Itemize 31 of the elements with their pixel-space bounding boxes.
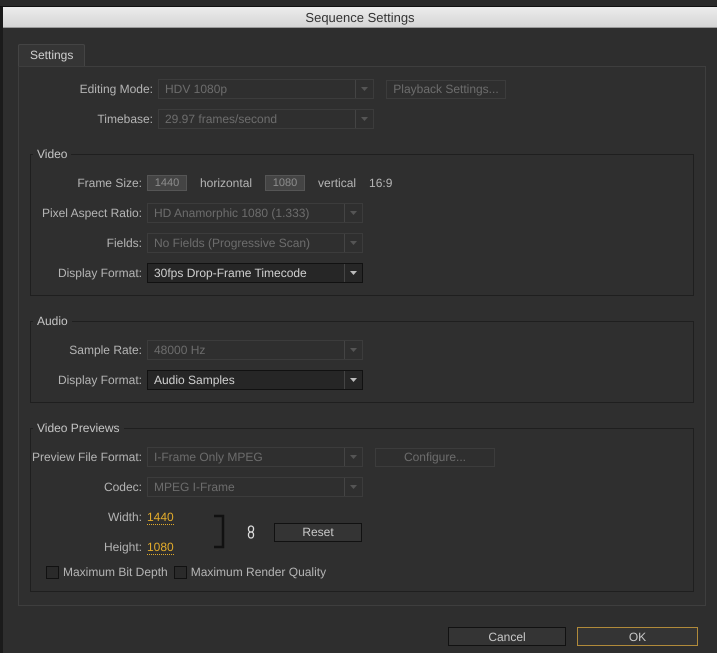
bracket-icon: [212, 514, 226, 550]
field-label: Width:: [106, 510, 142, 524]
field-label: Height:: [102, 540, 142, 554]
field-label: Editing Mode:: [78, 82, 153, 96]
tab[interactable]: Settings: [18, 44, 86, 66]
field-label: Frame Size:: [76, 176, 142, 190]
chain-link-icon[interactable]: [247, 525, 255, 539]
checkbox[interactable]: Maximum Render Quality: [174, 565, 326, 579]
field-label: Codec:: [102, 480, 142, 494]
field-label: Display Format:: [56, 266, 142, 280]
section-title: Video: [36, 147, 68, 161]
field-label: Timebase:: [96, 112, 153, 126]
checkbox[interactable]: Maximum Bit Depth: [46, 565, 168, 579]
ok-button[interactable]: OK: [577, 627, 698, 646]
reset-button[interactable]: Reset: [274, 522, 362, 542]
field-label: Display Format:: [56, 373, 142, 387]
width-value[interactable]: 1440: [147, 510, 174, 525]
dropdown[interactable]: 30fps Drop-Frame Timecode: [147, 263, 363, 283]
section-title: Video Previews: [36, 421, 120, 435]
window-title: Sequence Settings: [305, 10, 415, 24]
field-label: Preview File Format:: [31, 450, 142, 464]
section-title: Audio: [36, 314, 69, 328]
field-label: Pixel Aspect Ratio:: [40, 206, 142, 220]
dropdown[interactable]: Audio Samples: [147, 370, 363, 390]
field-label: Sample Rate:: [68, 343, 142, 357]
cancel-button[interactable]: Cancel: [448, 627, 566, 646]
field-label: Fields:: [106, 236, 142, 250]
caption: vertical: [318, 176, 356, 190]
aspect-ratio: 16:9: [369, 176, 392, 190]
height-value[interactable]: 1080: [147, 540, 174, 555]
caption: horizontal: [200, 176, 252, 190]
